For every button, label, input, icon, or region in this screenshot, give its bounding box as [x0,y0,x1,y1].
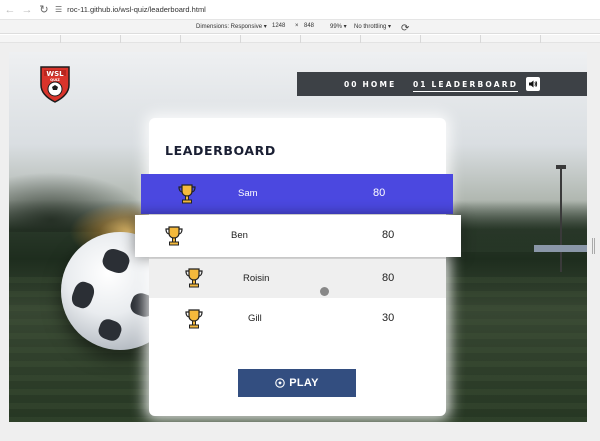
leaderboard-card: LEADERBOARD Sam 80 Ben 80 Roisin 80 Gill… [135,118,461,416]
logo-subtext: QUIZ [50,78,60,82]
sound-toggle-button[interactable] [526,77,540,91]
mouse-cursor [320,287,329,296]
trophy-icon [185,309,203,329]
background-light-pole [560,167,562,272]
leaderboard-row[interactable]: Ben 80 [135,215,461,257]
background-light-head [556,165,566,169]
player-score: 80 [382,229,395,241]
trophy-icon [165,226,183,246]
player-score: 80 [373,187,386,199]
forward-icon[interactable]: → [20,3,34,17]
nav-home-number: 00 [344,80,359,89]
back-icon[interactable]: ← [3,3,17,17]
soccer-ball-icon [275,378,285,388]
page-viewport: WSL QUIZ 00 HOME 01 LEADERBOARD LEADERBOAR… [9,52,587,422]
height-input[interactable]: 848 [304,23,314,29]
leaderboard-row[interactable]: Gill 30 [149,299,446,339]
background-ad-board [534,245,587,252]
throttling-dropdown[interactable]: No throttling [354,23,391,30]
speaker-icon [529,80,538,88]
browser-toolbar: ← → ↻ ☰ roc-11.github.io/wsl-quiz/leader… [0,0,600,20]
dimensions-dropdown[interactable]: Dimensions: Responsive [196,23,267,30]
player-name: Ben [231,230,248,241]
nav-leaderboard-number: 01 [413,80,428,89]
player-name: Roisin [243,273,270,284]
zoom-dropdown[interactable]: 99% [330,23,347,30]
rotate-icon[interactable]: ⟳ [401,23,409,34]
play-button-label: PLAY [289,377,319,389]
player-name: Sam [238,188,258,199]
player-score: 80 [382,272,395,284]
trophy-icon [185,268,203,288]
nav-home-link[interactable]: 00 HOME [344,80,396,89]
logo-text: WSL [46,70,64,78]
play-button[interactable]: PLAY [238,369,356,397]
media-query-ruler [0,35,600,43]
reload-icon[interactable]: ↻ [37,3,51,17]
device-toolbar: Dimensions: Responsive 1248 × 848 99% No… [0,20,600,34]
nav-leaderboard-label: LEADERBOARD [431,80,519,89]
address-bar[interactable]: roc-11.github.io/wsl-quiz/leaderboard.ht… [67,5,206,14]
width-input[interactable]: 1248 [272,23,285,29]
leaderboard-row[interactable]: Sam 80 [141,174,453,214]
nav-leaderboard-link[interactable]: 01 LEADERBOARD [413,80,519,92]
site-info-icon[interactable]: ☰ [55,5,62,14]
viewport-resize-handle[interactable] [592,238,595,254]
nav-home-label: HOME [362,80,397,89]
wsl-quiz-logo[interactable]: WSL QUIZ [37,65,73,103]
dimension-separator: × [295,23,299,29]
player-name: Gill [248,313,262,324]
player-score: 30 [382,312,395,324]
top-navigation: 00 HOME 01 LEADERBOARD [297,72,587,96]
leaderboard-title: LEADERBOARD [165,143,276,158]
trophy-icon [178,184,196,204]
leaderboard-row[interactable]: Roisin 80 [149,259,446,298]
